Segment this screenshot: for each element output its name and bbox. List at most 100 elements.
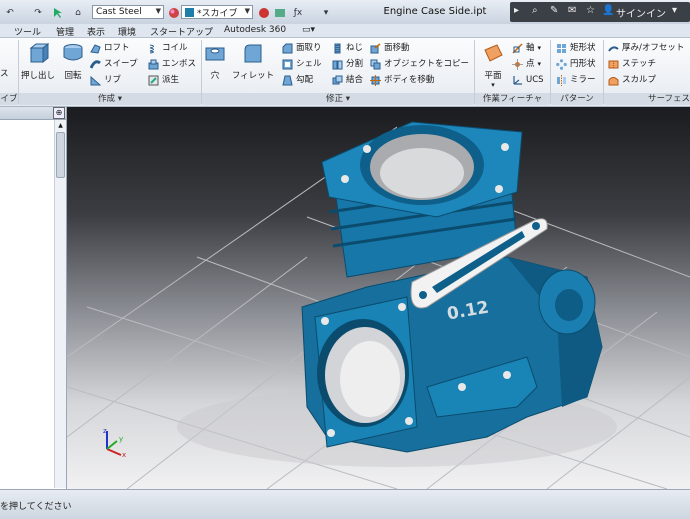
scroll-up-icon[interactable]: ▲ [56,122,65,129]
chevron-down-icon: ▾ [537,60,542,68]
customize-qat-icon[interactable]: ▾ [318,4,334,22]
rectangular-pattern-button[interactable]: 矩形状 [556,42,596,55]
loft-label: ロフト [104,43,130,53]
tab-manage[interactable]: 管理 [56,25,74,38]
tab-environments[interactable]: 環境 [118,25,136,38]
chevron-down-icon[interactable]: ▾ [672,5,677,16]
stitch-button[interactable]: ステッチ [608,58,656,71]
sign-in-link[interactable]: サインイン [616,5,666,20]
axis-button[interactable]: 軸 ▾ [512,42,541,55]
thread-icon [334,43,341,54]
rib-button[interactable]: リブ [90,74,121,87]
thread-button[interactable]: ねじ [332,42,363,55]
copy-object-button[interactable]: オブジェクトをコピー [370,58,469,71]
ucs-button[interactable]: UCS [512,74,544,87]
fillet-label: フィレット [231,71,275,81]
shell-icon [282,59,293,70]
model-browser[interactable]: ⊕ ▲ [0,107,67,489]
split-icon [332,60,343,70]
emboss-label: エンボス [162,59,197,69]
minimize-ribbon-icon[interactable]: ▭▾ [302,25,315,35]
material-select[interactable]: Cast Steel ▼ [92,5,164,19]
hole-icon [205,47,225,61]
triad-z-label: z [103,427,107,435]
fx-icon[interactable]: ƒx [290,4,306,22]
favorites-icon[interactable]: ☆ [586,5,595,16]
revolve-icon [63,44,83,61]
extrude-label: 押し出し [20,71,55,81]
derive-button[interactable]: 派生 [148,74,179,87]
tab-autodesk-360[interactable]: Autodesk 360 [224,25,286,35]
thread-label: ねじ [346,43,364,53]
ribbon-tab-bar: ツール 管理 表示 環境 スタートアップ Autodesk 360 ▭▾ [0,24,690,38]
browser-scrollbar[interactable]: ▲ [54,120,66,488]
engine-case-model [301,121,603,453]
extrude-button[interactable]: 押し出し [20,42,56,81]
appearance-select[interactable]: *スカイブ ▼ [181,5,253,19]
sweep-icon [90,60,101,69]
rib-icon [90,75,101,86]
hole-button[interactable]: 穴 [204,42,226,81]
browser-menu-icon[interactable]: ⊕ [53,107,65,119]
shell-button[interactable]: シェル [282,58,322,71]
fillet-button[interactable]: フィレット [230,42,276,81]
axis-icon [512,43,523,54]
user-icon[interactable]: 👤 [602,5,614,16]
chamfer-button[interactable]: 面取り [282,42,322,55]
home-icon[interactable]: ⌂ [70,4,86,22]
tab-tools[interactable]: ツール [14,25,41,38]
triad-x-label: x [122,451,127,459]
communication-icon[interactable]: ✉ [568,5,576,16]
combine-button[interactable]: 結合 [332,74,363,87]
rib-label: リブ [104,75,122,85]
hole-label: 穴 [210,71,220,81]
mirror-icon [557,75,566,86]
search-icon[interactable]: ⌕ [532,5,538,16]
move-face-button[interactable]: 面移動 [370,42,410,55]
shell-label: シェル [296,59,322,69]
loft-button[interactable]: ロフト [90,42,130,55]
graphics-viewport[interactable]: 0.12 z y x [67,107,690,489]
tab-get-started[interactable]: スタートアップ [150,25,213,38]
sculpt-icon [608,77,619,86]
chamfer-label: 面取り [296,43,322,53]
document-title: Engine Case Side.ipt [383,6,487,17]
sweep-button[interactable]: スイープ [90,58,138,71]
extrude-icon [29,42,50,64]
panel-label-modify[interactable]: 修正 ▾ [202,93,474,105]
tab-view[interactable]: 表示 [87,25,105,38]
draft-button[interactable]: 勾配 [282,74,313,87]
model-view [67,121,690,489]
split-label: 分割 [346,59,364,69]
mirror-button[interactable]: ミラー [556,74,596,87]
select-icon[interactable] [50,4,66,22]
undo-icon[interactable]: ↶ [2,4,18,22]
rectangular-pattern-icon [557,44,566,53]
redo-icon[interactable]: ↷ [30,4,46,22]
thicken-offset-label: 厚み/オフセット [622,43,685,53]
thicken-offset-button[interactable]: 厚み/オフセット [608,42,684,55]
chevron-down-icon: ▾ [345,94,350,104]
adjust-icon[interactable] [272,4,288,22]
sculpt-button[interactable]: スカルプ [608,74,656,87]
scrollbar-thumb[interactable] [56,132,65,178]
plane-button[interactable]: 平面 ▾ [478,42,508,89]
panel-label-create[interactable]: 作成 ▾ [19,93,201,105]
emboss-button[interactable]: エンボス [148,58,196,71]
point-button[interactable]: 点 ▾ [512,58,541,71]
clear-override-icon[interactable] [256,4,272,22]
circular-pattern-button[interactable]: 円形状 [556,58,596,71]
split-button[interactable]: 分割 [332,58,363,71]
browser-header: ⊕ [0,107,66,120]
move-bodies-button[interactable]: ボディを移動 [370,74,434,87]
coil-button[interactable]: コイル [148,42,188,55]
panel-label-partial: イブ [0,93,18,105]
revolve-button[interactable]: 回転 [58,42,88,81]
help-bar: ▸ ⌕ ✎ ✉ ☆ 👤 サインイン ▾ [510,2,690,22]
copy-object-icon [370,59,381,70]
title-bar: ↶ ↷ ⌂ Cast Steel ▼ *スカイブ ▼ ƒx ▾ Engine C… [0,0,690,25]
chevron-down-icon: ▼ [155,7,161,15]
status-bar: を押してください [0,489,690,519]
plane-label: 平面 [484,71,502,81]
tools-icon[interactable]: ✎ [550,5,558,16]
